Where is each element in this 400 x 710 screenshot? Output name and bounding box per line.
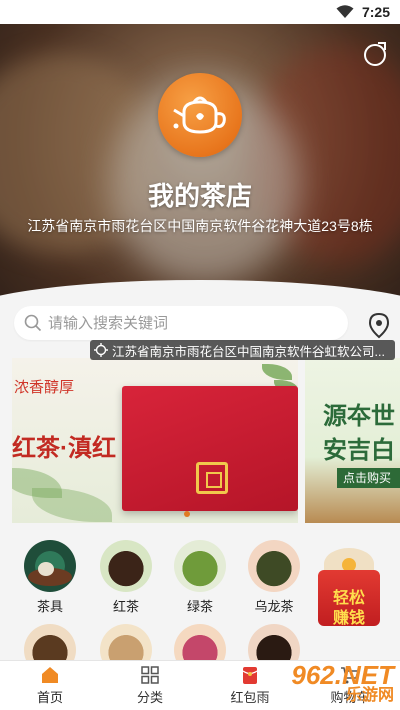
tab-label: 分类 — [136, 690, 163, 705]
category-teaware[interactable]: 茶具 — [20, 540, 80, 615]
search-icon — [24, 314, 42, 332]
red-envelope-icon — [242, 667, 258, 684]
green-tea-icon — [174, 540, 226, 592]
crosshair-icon — [94, 343, 108, 357]
oolong-tea-icon — [248, 540, 300, 592]
category-label: 红茶 — [112, 599, 139, 614]
banner-next-slide[interactable]: 源夲世 安吉白 点击购买 — [305, 358, 400, 523]
carousel-indicator — [184, 511, 190, 517]
category-oolong-tea[interactable]: 乌龙茶 — [244, 540, 304, 615]
wifi-icon — [336, 5, 354, 18]
banner-tagline: 浓香醇厚 — [14, 379, 75, 396]
red-packet-line2: 赚钱 — [332, 610, 365, 627]
status-bar: 7:25 — [0, 0, 400, 24]
shop-address: 江苏省南京市雨花台区中国南京软件谷花神大道23号8栋 — [27, 218, 373, 234]
tab-label: 首页 — [36, 690, 63, 705]
shop-name: 我的茶店 — [147, 181, 252, 211]
tea-gift-box-image — [122, 386, 298, 511]
share-icon[interactable] — [364, 42, 386, 66]
search-box[interactable] — [14, 306, 348, 340]
banner-title: 红茶·滇红 — [12, 435, 116, 462]
shop-header-background — [0, 24, 400, 310]
watermark-line1: 962.NET — [291, 660, 394, 690]
category-label: 绿茶 — [186, 599, 213, 614]
location-pin-icon[interactable] — [368, 313, 390, 339]
category-black-tea[interactable]: 红茶 — [96, 540, 156, 615]
site-watermark: 962.NET 乐游网 — [291, 662, 394, 704]
tab-red-packet-rain[interactable]: 红包雨 — [200, 661, 300, 710]
side-banner-subtitle: 安吉白 — [323, 437, 395, 464]
search-input[interactable] — [48, 314, 328, 332]
shop-logo — [158, 73, 242, 157]
banner-slide[interactable]: 浓香醇厚 红茶·滇红 — [12, 358, 298, 523]
teapot-icon — [173, 96, 226, 134]
tab-label: 红包雨 — [230, 690, 270, 705]
side-banner-title: 源夲世 — [323, 403, 395, 430]
location-text: 江苏省南京市雨花台区中国南京软件谷虹软公司... — [112, 344, 385, 359]
teaware-icon — [24, 540, 76, 592]
tab-category[interactable]: 分类 — [100, 661, 200, 710]
status-time: 7:25 — [361, 4, 390, 20]
buy-now-button[interactable]: 点击购买 — [337, 468, 400, 488]
black-tea-icon — [100, 540, 152, 592]
watermark-line2: 乐游网 — [345, 687, 394, 704]
category-green-tea[interactable]: 绿茶 — [170, 540, 230, 615]
category-label: 乌龙茶 — [254, 599, 294, 614]
home-icon — [42, 667, 58, 683]
location-tooltip[interactable]: 江苏省南京市雨花台区中国南京软件谷虹软公司... — [90, 340, 395, 360]
tab-home[interactable]: 首页 — [0, 661, 100, 710]
red-packet-promo[interactable]: 轻松 赚钱 — [314, 548, 384, 628]
category-label: 茶具 — [36, 599, 63, 614]
grid-icon — [141, 666, 159, 684]
